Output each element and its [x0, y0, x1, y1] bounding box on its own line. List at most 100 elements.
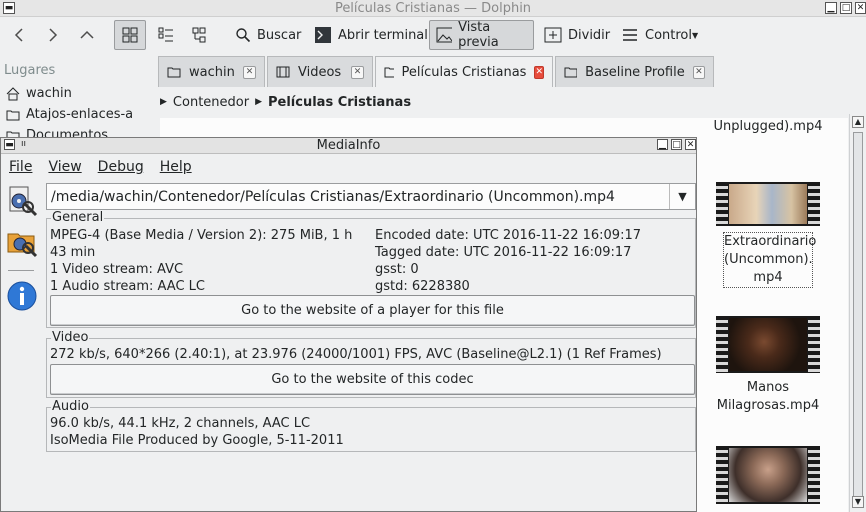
tab-baseline-profile[interactable]: Baseline Profile ✕: [555, 56, 714, 87]
menu-debug[interactable]: Debug: [90, 159, 152, 175]
close-button[interactable]: ✕: [685, 139, 696, 150]
info-icon: [7, 281, 37, 311]
tab-videos[interactable]: Videos ✕: [267, 56, 373, 87]
main-toolbar: Buscar Abrir terminal Vista previa Divid…: [0, 17, 866, 53]
vertical-scrollbar[interactable]: ▲ ▼: [849, 114, 866, 512]
file-name-line: Milagrosas.mp4: [716, 398, 820, 413]
tab-close-icon[interactable]: ✕: [692, 65, 705, 79]
video-folder-icon: [276, 66, 290, 78]
place-item-atajos[interactable]: Atajos-enlaces-a: [6, 107, 133, 122]
scroll-down-icon[interactable]: ▼: [852, 496, 864, 508]
place-label: wachin: [26, 86, 72, 101]
tab-label: Baseline Profile: [585, 64, 685, 80]
open-folder-icon: [7, 233, 38, 258]
section-title: Video: [51, 330, 90, 345]
split-view-icon: [544, 27, 562, 43]
compact-view-button[interactable]: [150, 20, 182, 50]
video-thumbnail[interactable]: [716, 182, 820, 226]
video-section: Video 272 kb/s, 640*266 (2.40:1), at 23.…: [46, 330, 696, 398]
file-item-extraordinario[interactable]: Extraordinario (Uncommon). mp4: [723, 232, 816, 288]
minimize-button[interactable]: ▁: [657, 139, 668, 150]
mediainfo-titlebar: ▬ ıı MediaInfo ▁ □ ✕: [1, 138, 696, 154]
open-folder-button[interactable]: [6, 226, 38, 258]
menu-file[interactable]: File: [1, 159, 40, 175]
image-preview-icon: [436, 27, 453, 43]
tab-label: Películas Cristianas: [401, 64, 527, 80]
preview-toggle-button[interactable]: Vista previa: [429, 20, 534, 50]
tab-bar: wachin ✕ Videos ✕ Películas Cristianas ✕…: [158, 56, 714, 87]
dropdown-arrow-icon: ▼: [692, 30, 699, 40]
info-line: 43 min: [50, 245, 96, 260]
menu-view[interactable]: View: [40, 159, 89, 175]
breadcrumb-current[interactable]: Películas Cristianas: [268, 95, 411, 110]
tab-close-icon[interactable]: ✕: [351, 65, 364, 79]
sidebar-divider: [8, 270, 34, 271]
section-title: General: [51, 210, 105, 225]
info-line: Tagged date: UTC 2016-11-22 16:09:17: [375, 245, 632, 260]
tab-peliculas-cristianas[interactable]: Películas Cristianas ✕: [375, 56, 553, 87]
folder-icon: [564, 67, 578, 78]
icons-view-button[interactable]: [114, 20, 146, 50]
chevron-down-icon[interactable]: ▼: [669, 184, 695, 209]
up-arrow-icon: [80, 30, 94, 39]
grid-view-icon: [122, 27, 138, 43]
video-thumbnail[interactable]: [716, 446, 820, 504]
folder-icon: [384, 67, 394, 78]
back-button[interactable]: [4, 20, 34, 50]
home-icon: [6, 86, 20, 100]
scroll-up-icon[interactable]: ▲: [852, 116, 864, 128]
minimize-button[interactable]: ▁: [825, 2, 837, 14]
tab-close-icon[interactable]: ✕: [243, 65, 256, 79]
file-path-value: /media/wachin/Contenedor/Películas Crist…: [51, 188, 615, 205]
tab-close-icon[interactable]: ✕: [534, 65, 544, 79]
close-button[interactable]: ✕: [855, 2, 866, 14]
scrollbar-thumb[interactable]: [853, 132, 863, 497]
maximize-button[interactable]: □: [671, 139, 682, 150]
about-button[interactable]: [6, 280, 38, 312]
tab-wachin[interactable]: wachin ✕: [158, 56, 265, 87]
back-arrow-icon: [14, 28, 23, 42]
terminal-icon: [315, 27, 331, 43]
menu-help[interactable]: Help: [152, 159, 200, 175]
hamburger-menu-icon: [623, 29, 637, 41]
info-line: 96.0 kb/s, 44.1 kHz, 2 channels, AAC LC: [50, 416, 311, 431]
file-path-combobox[interactable]: /media/wachin/Contenedor/Películas Crist…: [46, 183, 696, 210]
compact-view-icon: [158, 27, 173, 42]
info-line: gstd: 6228380: [375, 279, 470, 294]
folder-icon: [167, 67, 181, 78]
file-name-line: Manos: [746, 380, 790, 395]
split-view-button[interactable]: Dividir: [537, 20, 617, 50]
file-name-line: mp4: [753, 270, 783, 285]
file-name[interactable]: Unplugged).mp4: [708, 118, 828, 136]
open-file-button[interactable]: [6, 185, 38, 217]
breadcrumb-item[interactable]: Contenedor: [173, 95, 249, 110]
audio-section: Audio 96.0 kb/s, 44.1 kHz, 2 channels, A…: [46, 399, 696, 452]
tree-view-icon: [192, 27, 206, 43]
details-view-button[interactable]: [184, 20, 216, 50]
breadcrumb-arrow-icon: ▶: [160, 97, 167, 107]
info-line: MPEG-4 (Base Media / Version 2): 275 MiB…: [50, 228, 353, 243]
split-label: Dividir: [568, 27, 611, 43]
control-menu-button[interactable]: Control ▼: [614, 20, 705, 50]
file-item-manos-milagrosas[interactable]: Manos Milagrosas.mp4: [708, 379, 828, 415]
player-website-button[interactable]: Go to the website of a player for this f…: [50, 295, 695, 326]
forward-button[interactable]: [38, 20, 68, 50]
breadcrumb: ▶ Contenedor ▶ Películas Cristianas: [160, 90, 411, 114]
forward-arrow-icon: [49, 28, 58, 42]
mediainfo-window-title: MediaInfo: [316, 138, 381, 153]
open-terminal-label: Abrir terminal: [338, 27, 428, 43]
places-heading: Lugares: [4, 63, 56, 78]
window-title: Películas Cristianas — Dolphin: [334, 1, 532, 16]
search-button[interactable]: Buscar: [228, 20, 308, 50]
preview-label: Vista previa: [458, 20, 499, 50]
file-name-line: (Uncommon).: [724, 252, 813, 267]
folder-icon: [6, 110, 20, 120]
open-terminal-button[interactable]: Abrir terminal: [307, 20, 435, 50]
video-thumbnail[interactable]: [716, 316, 820, 373]
mediainfo-menubar: File View Debug Help: [1, 155, 696, 179]
up-button[interactable]: [72, 20, 102, 50]
dolphin-titlebar: ▬ Películas Cristianas — Dolphin ▁ □ ✕: [0, 0, 866, 17]
maximize-button[interactable]: □: [840, 2, 852, 14]
codec-website-button[interactable]: Go to the website of this codec: [50, 364, 695, 395]
place-item-home[interactable]: wachin: [6, 86, 72, 101]
